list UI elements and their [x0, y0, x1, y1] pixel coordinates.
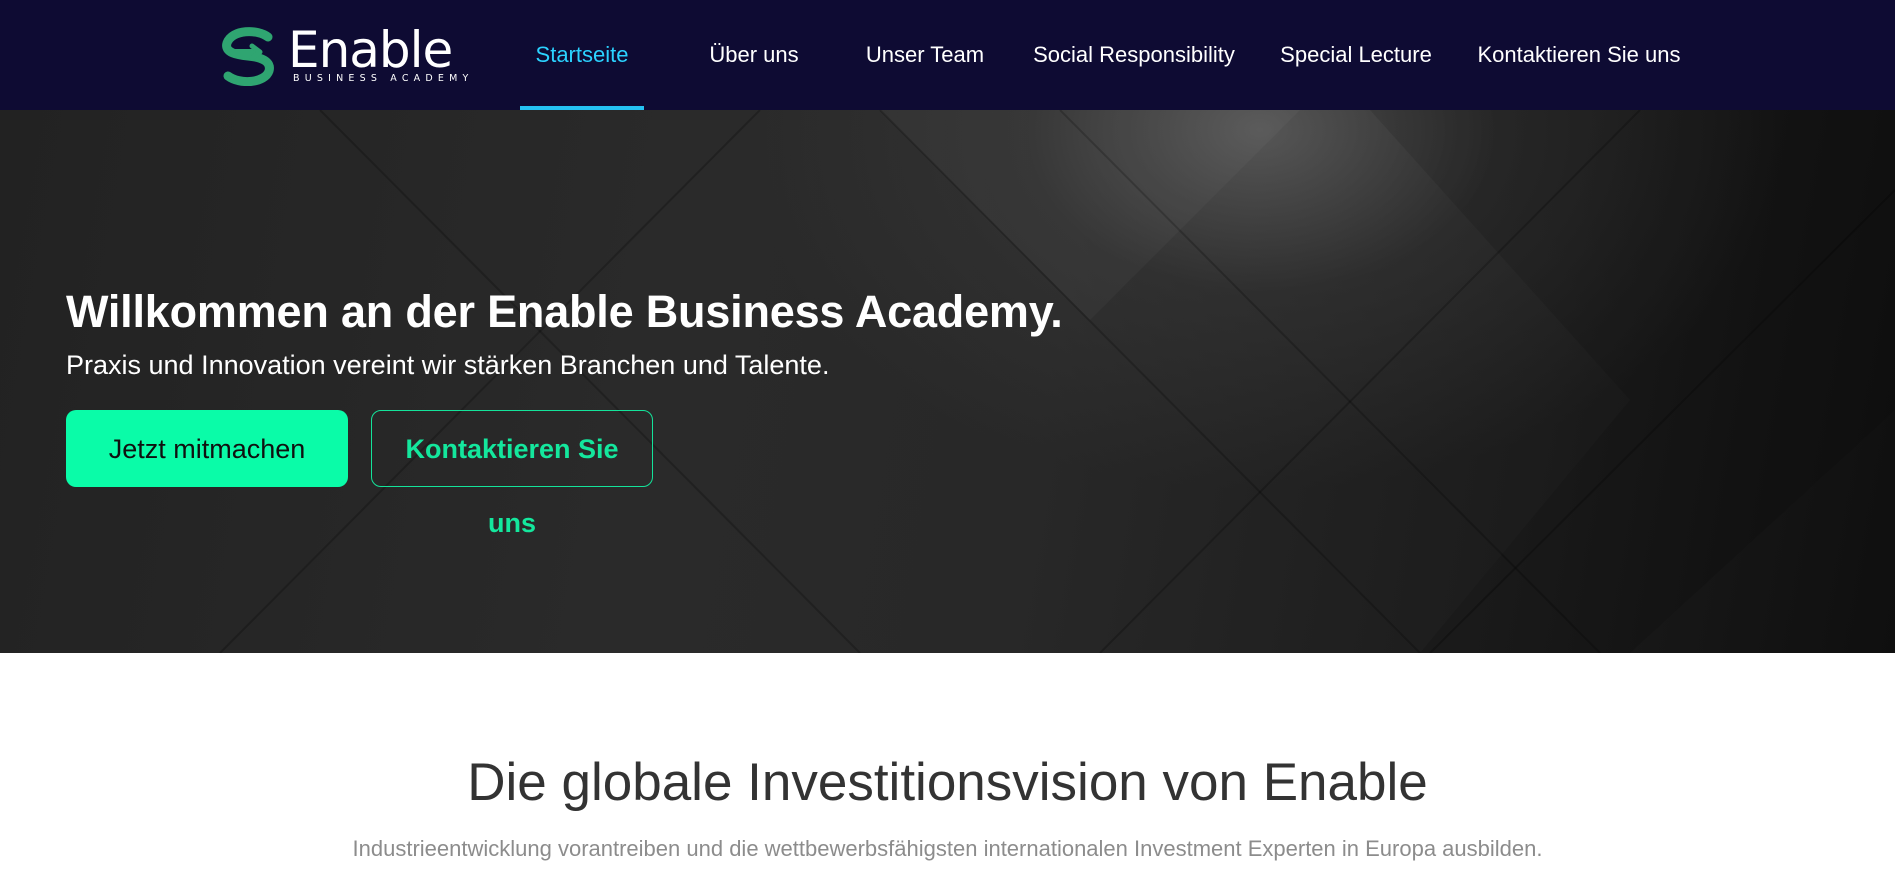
logo-wordmark: Enable [288, 21, 453, 79]
hero-background-pattern [219, 110, 1895, 653]
section-title: Die globale Investitionsvision von Enabl… [467, 753, 1428, 812]
hero-title: Willkommen an der Enable Business Academ… [66, 286, 1063, 337]
contact-us-button[interactable]: Kontaktieren Sie uns [371, 410, 653, 538]
hero-subtitle: Praxis und Innovation vereint wir stärke… [66, 350, 830, 380]
nav-item-special-lecture[interactable]: Special Lecture [1280, 0, 1432, 110]
enable-logo-icon [222, 27, 274, 86]
logo-tagline: BUSINESS ACADEMY [293, 73, 474, 84]
join-now-button[interactable]: Jetzt mitmachen [66, 410, 348, 487]
nav-item-social-responsibility[interactable]: Social Responsibility [1032, 0, 1236, 110]
nav-item-ueber-uns[interactable]: Über uns [700, 0, 808, 110]
hero-banner: Willkommen an der Enable Business Academ… [0, 110, 1895, 653]
nav-item-unser-team[interactable]: Unser Team [862, 0, 988, 110]
top-navbar: Enable BUSINESS ACADEMY Startseite Über … [0, 0, 1895, 110]
nav-item-startseite[interactable]: Startseite [520, 0, 644, 110]
brand-logo[interactable]: Enable BUSINESS ACADEMY [218, 21, 478, 88]
nav-item-kontaktieren[interactable]: Kontaktieren Sie uns [1476, 0, 1682, 110]
section-subtitle: Industrieentwicklung vorantreiben und di… [352, 836, 1543, 861]
